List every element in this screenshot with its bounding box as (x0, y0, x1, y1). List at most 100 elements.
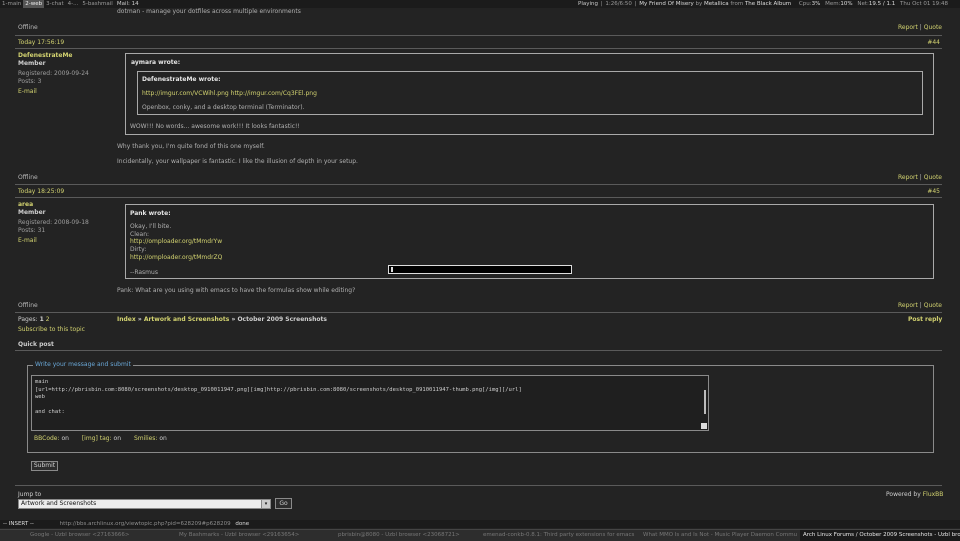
quote-box-inner: DefenestrateMe wrote: http://imgur.com/V… (137, 71, 923, 115)
jump-to-select[interactable]: Artwork and Screenshots ▾ (18, 499, 271, 509)
prev-post-footer: Offline Report | Quote (18, 24, 942, 31)
img-tag-help-link[interactable]: [img] tag: (82, 435, 112, 442)
post-number[interactable]: #45 (927, 187, 940, 196)
quote-link[interactable]: Quote (924, 302, 942, 309)
quote-title: DefenestrateMe wrote: (142, 76, 221, 83)
powered-by-text: Powered by (886, 491, 921, 498)
author-status: Offline (18, 174, 38, 181)
breadcrumb-topic: October 2009 Screenshots (237, 316, 327, 323)
workspace-3[interactable]: 3-chat (44, 0, 66, 8)
textarea-scrollbar[interactable] (704, 390, 706, 414)
taskbar-item-active[interactable]: Arch Linux Forums / October 2009 Screens… (800, 530, 960, 541)
quote-link[interactable]: Quote (924, 24, 942, 31)
quote-box-outer: aymara wrote: DefenestrateMe wrote: http… (125, 53, 934, 135)
quote-links: http://imgur.com/VCWihl.png http://imgur… (142, 90, 317, 97)
report-link[interactable]: Report (898, 174, 918, 181)
workspace-2-active[interactable]: 2-web (23, 0, 45, 8)
mail-count: Mail: 14 (116, 1, 139, 7)
bbcode-status: BBCode: on [img] tag: on Smilies: on (34, 435, 167, 442)
image-link[interactable]: http://omploader.org/tMmdrZQ (130, 254, 222, 262)
taskbar-item[interactable]: emenad-conkb-0.8.1: Third party extensio… (483, 530, 638, 541)
divider (15, 35, 942, 36)
track-time: 1:26/6:50 (605, 1, 632, 7)
page-link[interactable]: 2 (46, 316, 50, 323)
prev-post-text: dotman - manage your dotfiles across mul… (117, 8, 301, 15)
cpu-label: Cpu: (798, 1, 812, 7)
author-name[interactable]: DefenestrateMe (18, 52, 89, 60)
quote-link[interactable]: Quote (924, 174, 942, 181)
author-email-link[interactable]: E-mail (18, 237, 89, 245)
post-time[interactable]: Today 17:56:19 (18, 38, 64, 47)
taskbar-item[interactable]: Google - Uzbl browser <27163666> (30, 530, 130, 541)
quote-signature: --Rasmus (130, 268, 158, 276)
track-from: from (730, 1, 744, 7)
bbcode-value: on (61, 435, 69, 442)
author-role: Member (18, 60, 46, 67)
current-url: http://bbs.archlinux.org/viewtopic.php?p… (59, 521, 231, 527)
author-email-link[interactable]: E-mail (18, 88, 89, 96)
browser-status-line: -- INSERT -- http://bbs.archlinux.org/vi… (0, 520, 960, 528)
image-link[interactable]: http://omploader.org/tMmdrYw (130, 238, 222, 246)
author-role: Member (18, 209, 46, 216)
link-separator: | (919, 24, 922, 31)
message-textarea[interactable]: main [url=http://pbrisbin.com:8080/scree… (31, 375, 709, 431)
breadcrumb-separator: » (137, 316, 142, 323)
workspace-1[interactable]: 1-main (0, 0, 23, 8)
taskbar-item[interactable]: pbrisbin@8080 - Uzbl browser <23068721> (338, 530, 460, 541)
quick-post-fieldset: Write your message and submit main [url=… (27, 361, 934, 453)
jump-to-selected: Artwork and Screenshots (21, 500, 97, 507)
post-header-45: Today 18:25:09 #45 (15, 187, 942, 196)
post-author-info: DefenestrateMe Member Registered: 2009-0… (18, 52, 89, 96)
breadcrumb: Index » Artwork and Screenshots » Octobe… (117, 316, 327, 323)
author-posts: Posts: 3 (18, 78, 42, 85)
image-link[interactable]: http://imgur.com/Cq3FEl.png (231, 90, 317, 97)
quote-box: Pank wrote: Okay, I'll bite. Clean: http… (125, 204, 934, 279)
net-label: Net: (857, 1, 869, 7)
author-name[interactable]: area (18, 201, 89, 209)
mem-value: 10% (840, 1, 853, 7)
message-line (35, 402, 705, 410)
divider (15, 350, 942, 351)
divider (15, 197, 942, 198)
fluxbb-link[interactable]: FluxBB (923, 491, 944, 498)
breadcrumb-index[interactable]: Index (117, 316, 136, 323)
workspace-list: 1-main 2-web 3-chat 4-... 5-bashmail Mail: 14 (0, 0, 141, 8)
resize-handle[interactable] (701, 423, 707, 429)
quote-title: Pank wrote: (130, 210, 171, 217)
breadcrumb-separator: » (231, 316, 236, 323)
chevron-down-icon[interactable]: ▾ (261, 500, 270, 508)
quote-title: aymara wrote: (131, 59, 181, 66)
go-button[interactable]: Go (275, 498, 292, 509)
breadcrumb-forum[interactable]: Artwork and Screenshots (144, 316, 230, 323)
post-body-line: Pank: What are you using with emacs to h… (117, 287, 356, 294)
report-link[interactable]: Report (898, 302, 918, 309)
author-status: Offline (18, 302, 38, 309)
taskbar-item[interactable]: My Bashmarks - Uzbl browser <29163654> (179, 530, 299, 541)
post-number[interactable]: #44 (927, 38, 940, 47)
author-posts: Posts: 31 (18, 227, 46, 234)
message-line: web (35, 394, 45, 400)
cpu-value: 3% (811, 1, 821, 7)
report-link[interactable]: Report (898, 24, 918, 31)
workspace-4[interactable]: 4-... (66, 0, 81, 8)
post-time[interactable]: Today 18:25:09 (18, 187, 64, 196)
divider (15, 312, 942, 313)
submit-button[interactable]: Submit (31, 461, 58, 471)
smilies-help-link[interactable]: Smilies: (134, 435, 158, 442)
net-value: 19.5 / 1.1 (868, 1, 896, 7)
mem-label: Mem: (825, 1, 841, 7)
load-state: done (235, 521, 250, 527)
quote-line: Clean: (130, 230, 150, 238)
taskbar-item[interactable]: What MMO Is and Is Not - Music Player Da… (643, 530, 797, 541)
workspace-5[interactable]: 5-bashmail (80, 0, 114, 8)
quote-line: Dirty: (130, 246, 147, 254)
post-reply-link[interactable]: Post reply (908, 316, 942, 323)
message-line: [url=http://pbrisbin.com:8080/screenshot… (35, 386, 522, 393)
divider (15, 184, 942, 185)
author-registered: Registered: 2009-09-24 (18, 70, 89, 77)
image-link[interactable]: http://imgur.com/VCWihl.png (142, 90, 229, 97)
subscribe-link[interactable]: Subscribe to this topic (18, 326, 85, 333)
bbcode-help-link[interactable]: BBCode: (34, 435, 60, 442)
pagination: Pages: 1 2 (18, 316, 50, 323)
page-current: 1 (39, 316, 44, 323)
